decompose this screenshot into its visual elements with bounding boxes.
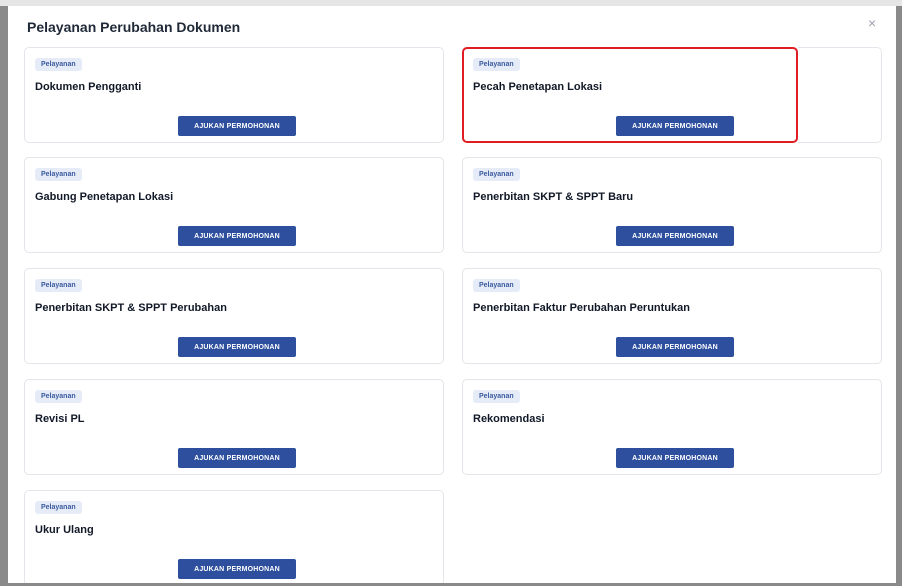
close-icon[interactable]: ×	[868, 16, 876, 30]
service-title: Penerbitan Faktur Perubahan Peruntukan	[473, 302, 690, 314]
service-badge: Pelayanan	[35, 501, 82, 514]
window-left-edge	[0, 6, 8, 586]
apply-button[interactable]: AJUKAN PERMOHONAN	[178, 448, 296, 468]
service-badge: Pelayanan	[35, 168, 82, 181]
window-right-edge	[896, 6, 902, 586]
service-badge: Pelayanan	[473, 390, 520, 403]
service-badge: Pelayanan	[473, 279, 520, 292]
service-title: Ukur Ulang	[35, 524, 94, 536]
service-modal: Pelayanan Perubahan Dokumen × Pelayanan …	[8, 6, 896, 583]
service-badge: Pelayanan	[35, 279, 82, 292]
service-title: Penerbitan SKPT & SPPT Baru	[473, 191, 634, 203]
service-badge: Pelayanan	[35, 58, 82, 71]
service-badge: Pelayanan	[35, 390, 82, 403]
apply-button[interactable]: AJUKAN PERMOHONAN	[178, 337, 296, 357]
modal-title: Pelayanan Perubahan Dokumen	[27, 19, 241, 35]
service-title: Penerbitan SKPT & SPPT Perubahan	[35, 302, 227, 314]
apply-button[interactable]: AJUKAN PERMOHONAN	[178, 559, 296, 579]
service-card-revisi-pl: Pelayanan Revisi PL AJUKAN PERMOHONAN	[24, 379, 444, 475]
service-card-rekomendasi: Pelayanan Rekomendasi AJUKAN PERMOHONAN	[462, 379, 882, 475]
apply-button[interactable]: AJUKAN PERMOHONAN	[178, 226, 296, 246]
apply-button[interactable]: AJUKAN PERMOHONAN	[616, 337, 734, 357]
apply-button[interactable]: AJUKAN PERMOHONAN	[178, 116, 296, 136]
apply-button[interactable]: AJUKAN PERMOHONAN	[616, 226, 734, 246]
service-title: Rekomendasi	[473, 413, 545, 425]
service-badge: Pelayanan	[473, 58, 520, 71]
service-card-penerbitan-skpt-sppt-perubahan: Pelayanan Penerbitan SKPT & SPPT Perubah…	[24, 268, 444, 364]
service-title: Pecah Penetapan Lokasi	[473, 81, 602, 93]
service-card-pecah-penetapan-lokasi: Pelayanan Pecah Penetapan Lokasi AJUKAN …	[462, 47, 798, 143]
service-card-penerbitan-faktur-perubahan-peruntukan: Pelayanan Penerbitan Faktur Perubahan Pe…	[462, 268, 882, 364]
card-edge	[798, 47, 882, 143]
service-title: Dokumen Pengganti	[35, 81, 142, 93]
service-card-penerbitan-skpt-sppt-baru: Pelayanan Penerbitan SKPT & SPPT Baru AJ…	[462, 157, 882, 253]
service-title: Gabung Penetapan Lokasi	[35, 191, 174, 203]
service-card-gabung-penetapan-lokasi: Pelayanan Gabung Penetapan Lokasi AJUKAN…	[24, 157, 444, 253]
service-card-dokumen-pengganti: Pelayanan Dokumen Pengganti AJUKAN PERMO…	[24, 47, 444, 143]
apply-button[interactable]: AJUKAN PERMOHONAN	[616, 116, 734, 136]
apply-button[interactable]: AJUKAN PERMOHONAN	[616, 448, 734, 468]
service-title: Revisi PL	[35, 413, 85, 425]
service-badge: Pelayanan	[473, 168, 520, 181]
service-card-ukur-ulang: Pelayanan Ukur Ulang AJUKAN PERMOHONAN	[24, 490, 444, 583]
